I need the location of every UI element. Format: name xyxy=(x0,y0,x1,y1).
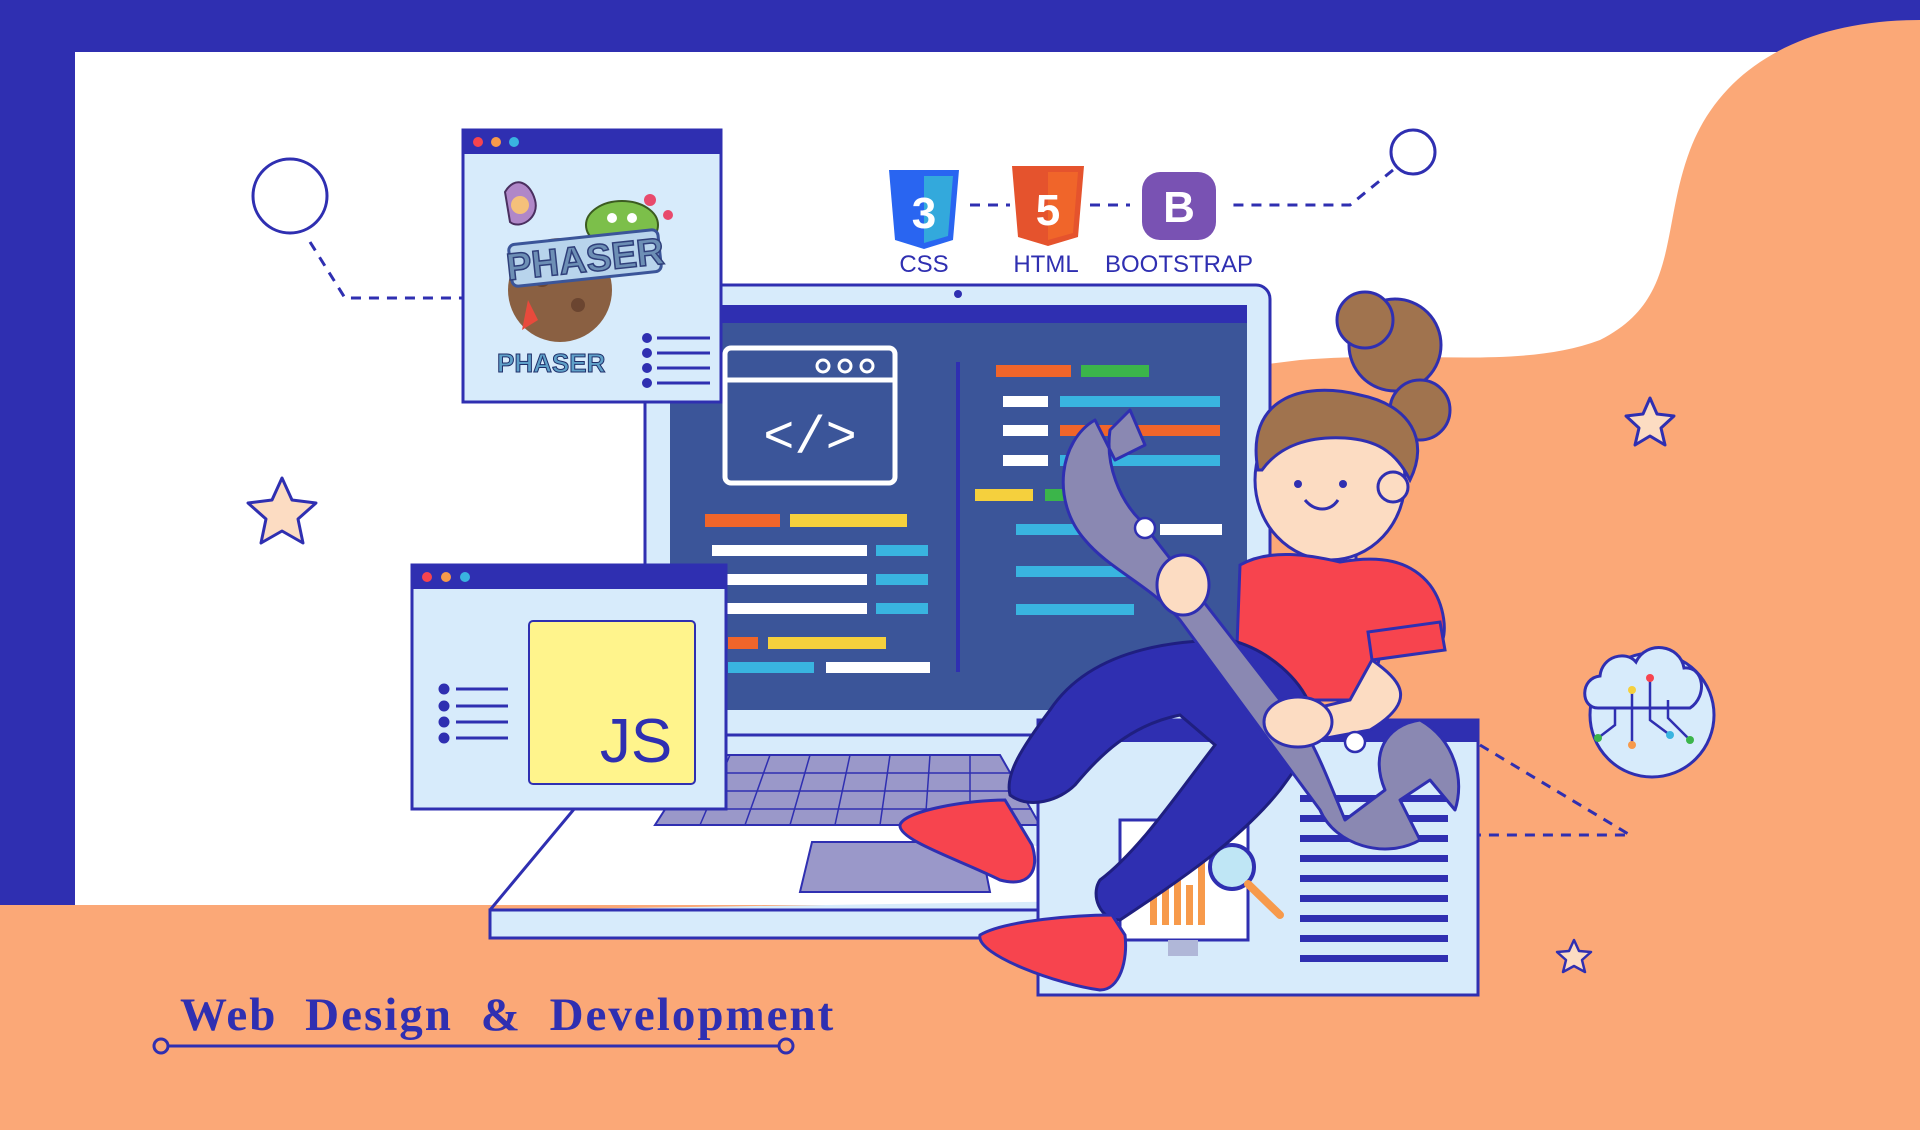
illustration-stage: 3 5 B CSS HTML BOOTSTRAP </> PHASER PHAS… xyxy=(0,0,1920,1130)
html5-icon: 5 xyxy=(1012,166,1084,246)
phaser-small-logo: PHASER xyxy=(497,348,606,378)
navy-left-band xyxy=(0,0,75,910)
bootstrap-icon: B xyxy=(1142,172,1216,240)
html5-glyph: 5 xyxy=(1036,186,1060,235)
css3-glyph: 3 xyxy=(912,189,936,238)
code-glyph: </> xyxy=(763,409,857,468)
bootstrap-glyph: B xyxy=(1163,183,1195,232)
phaser-window: PHASER PHASER xyxy=(461,128,723,404)
web-design-illustration: 3 5 B CSS HTML BOOTSTRAP </> PHASER PHAS… xyxy=(0,0,1920,1130)
headline: Web Design & Development xyxy=(180,989,835,1041)
js-label: JS xyxy=(600,707,672,776)
js-window: JS xyxy=(410,563,728,811)
tech-badges: 3 5 B CSS HTML BOOTSTRAP xyxy=(889,166,1253,278)
bootstrap-label: BOOTSTRAP xyxy=(1105,251,1253,278)
html-label: HTML xyxy=(1013,251,1078,278)
navy-top-band xyxy=(0,0,1920,52)
css3-icon: 3 xyxy=(889,170,959,249)
css-label: CSS xyxy=(899,251,948,278)
